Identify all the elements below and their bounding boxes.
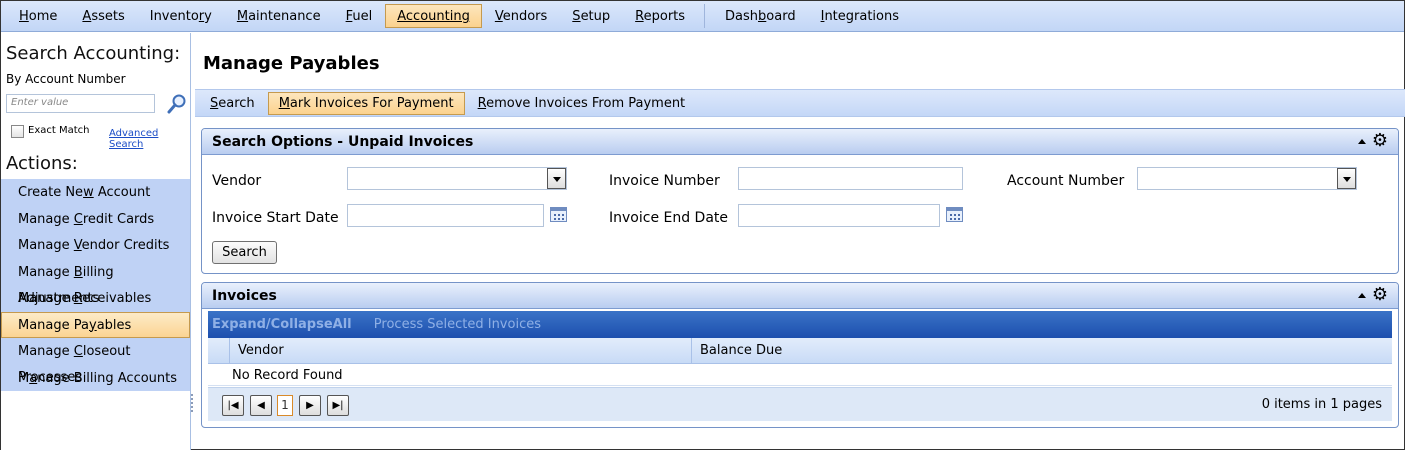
nav-accounting[interactable]: Accounting (385, 4, 482, 28)
action-manage-payables[interactable]: Manage Payables (1, 311, 190, 338)
grid-toolbar: Expand/CollapseAll Process Selected Invo… (208, 311, 1392, 338)
collapse-icon[interactable] (1357, 292, 1366, 298)
panel-title: Invoices (212, 288, 277, 304)
toolbar-remove-invoices-from-payment-button[interactable]: Remove Invoices From Payment (467, 92, 697, 115)
column-header-balance-due[interactable]: Balance Due (692, 338, 1392, 363)
last-page-button[interactable]: ▶| (327, 395, 349, 416)
main-content: Manage Payables Search Mark Invoices For … (195, 33, 1405, 450)
sidebar: Search Accounting: By Account Number Ent… (1, 33, 191, 450)
action-manage-vendor-credits[interactable]: Manage Vendor Credits (1, 232, 190, 259)
search-subtitle: By Account Number (6, 72, 126, 86)
next-page-button[interactable]: ▶ (299, 395, 321, 416)
page-title: Manage Payables (203, 53, 380, 74)
nav-inventory[interactable]: Inventory (138, 4, 224, 28)
exact-match-checkbox[interactable] (11, 125, 24, 138)
search-title: Search Accounting: (6, 43, 181, 64)
action-create-new-account[interactable]: Create New Account (1, 179, 190, 206)
calendar-icon[interactable] (946, 207, 963, 222)
nav-fuel[interactable]: Fuel (334, 4, 385, 28)
chevron-down-icon[interactable] (547, 168, 566, 189)
vendor-select[interactable] (347, 167, 567, 190)
invoices-panel: Invoices ⚙ Expand/CollapseAll Process Se… (201, 282, 1399, 428)
pager: |◀ ◀ 1 ▶ ▶| 0 items in 1 pages (208, 387, 1392, 421)
nav-dashboard[interactable]: Dashboard (713, 4, 808, 28)
nav-home[interactable]: Home (7, 4, 69, 28)
search-options-header: Search Options - Unpaid Invoices ⚙ (202, 129, 1398, 155)
column-header-vendor[interactable]: Vendor (230, 338, 692, 363)
action-manage-closeout-processes[interactable]: Manage Closeout Processes (1, 338, 190, 385)
nav-separator (704, 4, 706, 28)
advanced-search-link[interactable]: Advanced Search (109, 128, 190, 150)
toolbar-search-button[interactable]: Search (199, 92, 266, 115)
search-button[interactable]: Search (212, 241, 277, 264)
invoices-header: Invoices ⚙ (202, 283, 1398, 309)
account-number-label: Account Number (1007, 173, 1125, 189)
expand-collapse-all-button[interactable]: Expand/CollapseAll (212, 317, 352, 332)
nav-assets[interactable]: Assets (70, 4, 136, 28)
calendar-icon[interactable] (550, 207, 567, 222)
collapse-icon[interactable] (1357, 138, 1366, 144)
search-input[interactable]: Enter value (6, 94, 155, 113)
nav-reports[interactable]: Reports (623, 4, 697, 28)
action-manage-credit-cards[interactable]: Manage Credit Cards (1, 206, 190, 233)
vendor-label: Vendor (212, 173, 262, 189)
action-manage-receivables[interactable]: Manage Receivables (1, 285, 190, 312)
expand-column-header (208, 338, 230, 363)
invoice-number-label: Invoice Number (609, 173, 720, 189)
nav-integrations[interactable]: Integrations (809, 4, 911, 28)
chevron-down-icon[interactable] (1337, 168, 1356, 189)
action-toolbar: Search Mark Invoices For Payment Remove In… (195, 89, 1405, 117)
end-date-label: Invoice End Date (609, 210, 729, 226)
gear-icon[interactable]: ⚙ (1372, 286, 1388, 304)
grid-header: Vendor Balance Due (208, 338, 1392, 364)
start-date-label: Invoice Start Date (212, 210, 339, 226)
previous-page-button[interactable]: ◀ (250, 395, 272, 416)
splitter-handle[interactable] (191, 392, 194, 414)
account-number-select[interactable] (1137, 167, 1357, 190)
process-selected-button[interactable]: Process Selected Invoices (374, 317, 541, 332)
pager-info: 0 items in 1 pages (1261, 397, 1382, 412)
end-date-field[interactable] (738, 204, 940, 227)
invoice-number-field[interactable] (738, 167, 963, 190)
panel-title: Search Options - Unpaid Invoices (212, 134, 474, 150)
nav-maintenance[interactable]: Maintenance (225, 4, 333, 28)
page-number-button[interactable]: 1 (277, 395, 293, 416)
no-records-row: No Record Found (208, 365, 1392, 386)
actions-title: Actions: (6, 153, 78, 174)
action-manage-billing-adjustments[interactable]: Manage Billing Adjustments (1, 259, 190, 306)
exact-match-label: Exact Match (28, 125, 90, 136)
actions-list: Create New Account Manage Credit Cards Man… (1, 179, 190, 391)
nav-vendors[interactable]: Vendors (483, 4, 559, 28)
top-navigation: Home Assets Inventory Maintenance Fuel Accoun… (1, 1, 1404, 32)
first-page-button[interactable]: |◀ (222, 395, 244, 416)
toolbar-mark-invoices-for-payment-button[interactable]: Mark Invoices For Payment (267, 91, 465, 115)
action-manage-billing-accounts[interactable]: Manage Billing Accounts (1, 365, 190, 392)
search-icon[interactable] (166, 93, 188, 115)
search-options-panel: Search Options - Unpaid Invoices ⚙ Vendo… (201, 128, 1399, 274)
start-date-field[interactable] (347, 204, 544, 227)
gear-icon[interactable]: ⚙ (1372, 132, 1388, 150)
nav-setup[interactable]: Setup (560, 4, 622, 28)
